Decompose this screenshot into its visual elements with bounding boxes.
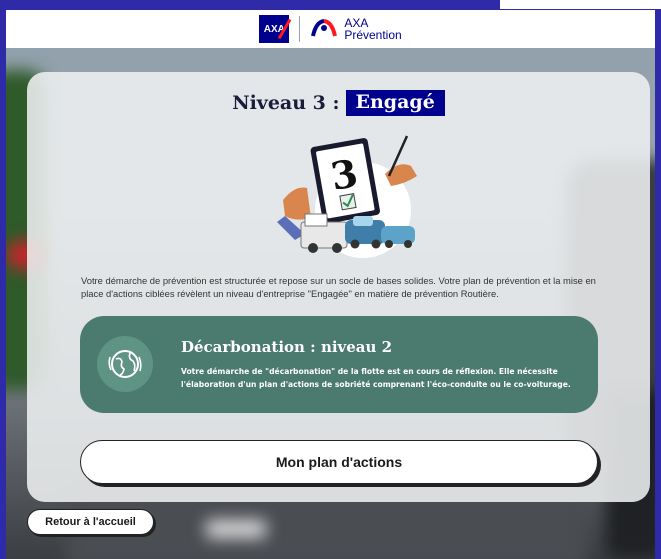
eco-globe-icon <box>97 336 153 392</box>
bg-road-marking <box>206 520 266 538</box>
clipboard-illustration-icon: 3 <box>277 135 417 258</box>
level-title: Niveau 3 : Engagé <box>27 90 650 116</box>
level-prefix: Niveau 3 : <box>232 92 340 114</box>
decarbonation-panel: Décarbonation : niveau 2 Votre démarche … <box>80 316 598 413</box>
action-plan-button[interactable]: Mon plan d'actions <box>80 440 598 484</box>
back-home-button[interactable]: Retour à l'accueil <box>27 509 154 535</box>
level-description: Votre démarche de prévention est structu… <box>81 275 596 299</box>
prevention-logo-icon <box>311 19 338 37</box>
decarbonation-text: Votre démarche de "décarbonation" de la … <box>181 367 571 389</box>
result-card: Niveau 3 : Engagé 3 Votre démarche de pr… <box>27 72 650 502</box>
axa-logo-icon[interactable]: AXA <box>259 15 292 43</box>
brand-line-2: Prévention <box>344 28 402 42</box>
level-badge: Engagé <box>345 90 445 116</box>
header-bar: AXA AXA Prévention <box>6 10 655 48</box>
app-viewport: AXA AXA Prévention Niveau 3 : Engagé 3 V… <box>6 10 655 559</box>
decarbonation-title: Décarbonation : niveau 2 <box>181 338 393 356</box>
frame-strip <box>500 0 661 9</box>
header-divider <box>299 16 301 42</box>
brand-name: AXA Prévention <box>344 17 401 41</box>
